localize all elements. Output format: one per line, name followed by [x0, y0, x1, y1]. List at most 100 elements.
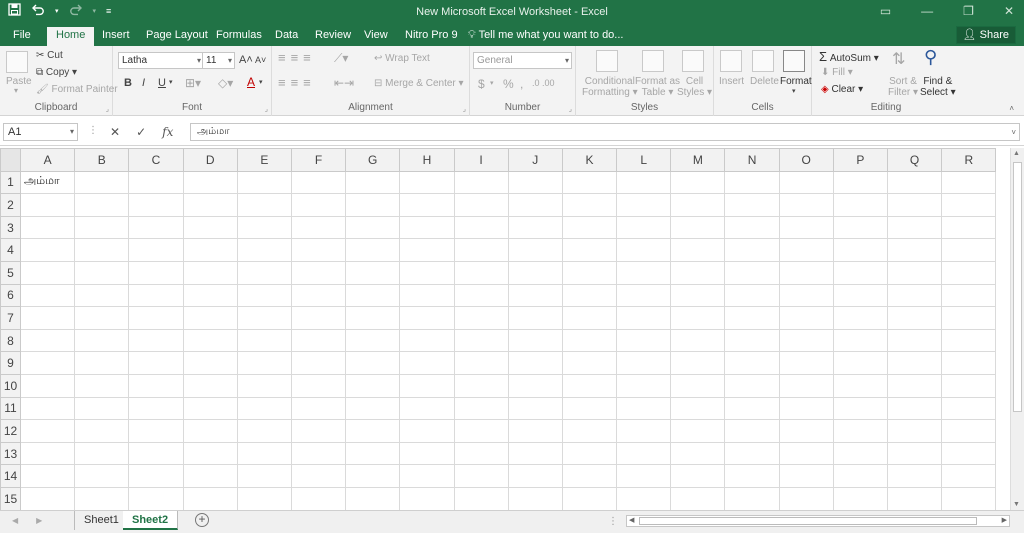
cell-r12[interactable] [941, 419, 997, 443]
cell-k15[interactable] [561, 486, 618, 510]
cell-m5[interactable] [670, 260, 726, 285]
dialog-launcher-icon[interactable]: ⌟ [265, 105, 268, 113]
cell-k9[interactable] [561, 351, 618, 375]
cell-n10[interactable] [724, 373, 780, 398]
tab-view[interactable]: View [356, 27, 396, 46]
cell-o13[interactable] [778, 441, 834, 466]
cell-p10[interactable] [832, 373, 889, 398]
cell-m14[interactable] [670, 464, 726, 488]
cell-p13[interactable] [832, 441, 889, 466]
cell-b12[interactable] [74, 419, 130, 443]
cell-j4[interactable] [507, 238, 563, 262]
cell-j8[interactable] [507, 328, 563, 353]
cell-b7[interactable] [74, 306, 130, 330]
cell-g4[interactable] [345, 238, 401, 262]
cell-m8[interactable] [670, 328, 726, 353]
wrap-text-button[interactable]: ↩ Wrap Text [374, 53, 430, 64]
column-header-q[interactable]: Q [886, 148, 943, 172]
conditional-formatting-icon[interactable] [596, 50, 618, 72]
cell-n6[interactable] [724, 283, 780, 308]
cell-g15[interactable] [345, 486, 401, 510]
cell-c7[interactable] [128, 306, 184, 330]
cell-d15[interactable] [182, 486, 238, 510]
cell-b5[interactable] [74, 260, 130, 285]
cell-f5[interactable] [290, 260, 347, 285]
cell-n12[interactable] [724, 419, 780, 443]
cell-f15[interactable] [290, 486, 347, 510]
cell-a9[interactable] [19, 351, 76, 375]
cell-d6[interactable] [182, 283, 238, 308]
cell-a14[interactable] [19, 464, 76, 488]
cell-c6[interactable] [128, 283, 184, 308]
row-header-1[interactable]: 1 [0, 170, 21, 195]
decimal-icons[interactable]: .0 .00 [532, 78, 555, 88]
cell-j6[interactable] [507, 283, 563, 308]
font-color-icon[interactable]: A [247, 75, 255, 89]
cell-h10[interactable] [399, 373, 455, 398]
cell-n7[interactable] [724, 306, 780, 330]
row-header-5[interactable]: 5 [0, 260, 21, 285]
insert-cells-icon[interactable] [720, 50, 742, 72]
ribbon-display-options-icon[interactable]: ▭ [880, 4, 891, 18]
cell-n9[interactable] [724, 351, 780, 375]
format-cells-icon[interactable] [783, 50, 805, 72]
worksheet-grid[interactable]: ABCDEFGHIJKLMNOPQR 1 அம்மா 2 3 4 5 6 7 8 9 10 11 12 1… [0, 148, 1010, 510]
cell-n1[interactable] [724, 170, 780, 195]
cell-o15[interactable] [778, 486, 834, 510]
cell-q6[interactable] [886, 283, 943, 308]
cell-f13[interactable] [290, 441, 347, 466]
cell-c15[interactable] [128, 486, 184, 510]
previous-sheet-icon[interactable]: ◀ [12, 516, 18, 525]
cell-l15[interactable] [616, 486, 672, 510]
cell-f1[interactable] [290, 170, 347, 195]
cell-l9[interactable] [616, 351, 672, 375]
format-dropdown-icon[interactable]: ▾ [792, 87, 796, 95]
tab-review[interactable]: Review [307, 27, 359, 46]
cell-m1[interactable] [670, 170, 726, 195]
cell-h15[interactable] [399, 486, 455, 510]
cell-q8[interactable] [886, 328, 943, 353]
horizontal-align-icons[interactable]: ≡≡≡ [278, 75, 316, 90]
cell-c12[interactable] [128, 419, 184, 443]
cell-m11[interactable] [670, 396, 726, 421]
cell-n15[interactable] [724, 486, 780, 510]
cell-i4[interactable] [453, 238, 509, 262]
cell-p14[interactable] [832, 464, 889, 488]
cell-l8[interactable] [616, 328, 672, 353]
cell-d4[interactable] [182, 238, 238, 262]
row-header-11[interactable]: 11 [0, 396, 21, 421]
copy-button[interactable]: ⧉ Copy ▾ [36, 67, 77, 78]
cell-n8[interactable] [724, 328, 780, 353]
cell-k3[interactable] [561, 215, 618, 240]
cell-d7[interactable] [182, 306, 238, 330]
cell-p15[interactable] [832, 486, 889, 510]
cell-m4[interactable] [670, 238, 726, 262]
cell-f12[interactable] [290, 419, 347, 443]
column-header-p[interactable]: P [832, 148, 889, 172]
cell-q3[interactable] [886, 215, 943, 240]
column-header-r[interactable]: R [941, 148, 997, 172]
cell-k10[interactable] [561, 373, 618, 398]
cell-g13[interactable] [345, 441, 401, 466]
clear-button[interactable]: ◈ Clear ▾ [821, 84, 863, 95]
cell-n13[interactable] [724, 441, 780, 466]
cell-j1[interactable] [507, 170, 563, 195]
fill-button[interactable]: ⬇ Fill ▾ [821, 67, 853, 78]
cell-g7[interactable] [345, 306, 401, 330]
cell-r3[interactable] [941, 215, 997, 240]
indent-icons[interactable]: ⇤⇥ [334, 76, 354, 90]
cell-p1[interactable] [832, 170, 889, 195]
cell-h1[interactable] [399, 170, 455, 195]
column-header-j[interactable]: J [507, 148, 563, 172]
cancel-icon[interactable]: ✕ [110, 125, 120, 139]
cell-i13[interactable] [453, 441, 509, 466]
column-header-h[interactable]: H [399, 148, 455, 172]
cell-l6[interactable] [616, 283, 672, 308]
minimize-icon[interactable]: — [921, 4, 933, 18]
cell-i12[interactable] [453, 419, 509, 443]
cell-o1[interactable] [778, 170, 834, 195]
cell-styles-button[interactable]: Cell Styles ▾ [677, 76, 712, 98]
cell-a12[interactable] [19, 419, 76, 443]
row-header-7[interactable]: 7 [0, 306, 21, 330]
column-header-l[interactable]: L [616, 148, 672, 172]
